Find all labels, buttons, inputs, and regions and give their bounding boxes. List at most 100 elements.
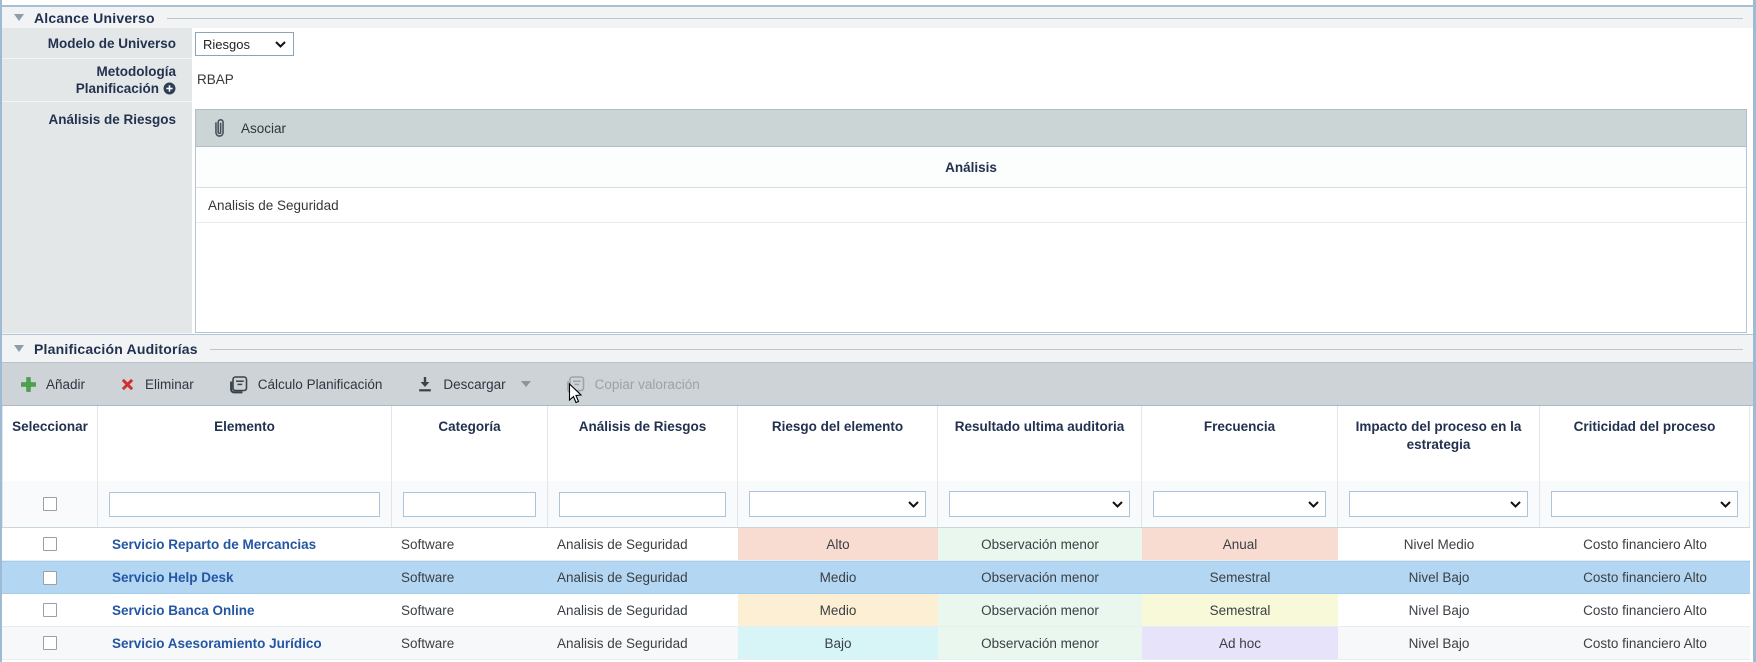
column-header[interactable]: Resultado ultima auditoria [938,406,1142,481]
column-header[interactable]: Análisis de Riesgos [548,406,738,481]
section-title: Planificación Auditorías [34,341,198,357]
elemento-link[interactable]: Servicio Reparto de Mercancias [112,537,316,552]
cell-riesgo-elemento: Medio [738,594,938,626]
filter-select-criticidad[interactable] [1551,491,1738,517]
descargar-button[interactable]: Descargar [416,375,530,394]
cell-frecuencia: Semestral [1142,594,1338,626]
cell-analisis-riesgos: Analisis de Seguridad [548,562,738,593]
column-header[interactable]: Impacto del proceso en la estrategia [1338,406,1540,481]
row-select-cell [2,627,98,659]
elemento-link[interactable]: Servicio Banca Online [112,603,255,618]
planificacion-toolbar: Añadir Eliminar Cálculo Planificación De… [2,362,1753,406]
cell-analisis-riesgos: Analisis de Seguridad [548,627,738,659]
divider-line [210,349,1743,350]
analisis-column-header[interactable]: Análisis [196,147,1746,188]
section-title: Alcance Universo [34,10,155,26]
chevron-down-icon [1720,501,1731,508]
table-row: Servicio Help DeskSoftwareAnalisis de Se… [2,561,1750,594]
dropdown-caret-icon[interactable] [521,381,531,387]
analisis-row[interactable]: Analisis de Seguridad [196,188,1746,223]
chevron-down-icon [1308,501,1319,508]
paperclip-icon [212,117,227,140]
elemento-link[interactable]: Servicio Asesoramiento Jurídico [112,636,322,651]
cell-criticidad-proceso: Costo financiero Alto [1540,627,1750,659]
filter-cell [2,481,98,527]
anadir-button[interactable]: Añadir [20,376,85,393]
chevron-down-icon [275,41,286,48]
cell-analisis-riesgos: Analisis de Seguridad [548,594,738,626]
cell-elemento: Servicio Help Desk [98,562,392,593]
column-header[interactable]: Seleccionar [2,406,98,481]
column-header[interactable]: Frecuencia [1142,406,1338,481]
row-select-cell [2,528,98,560]
audit-planning-panel: Alcance Universo Modelo de Universo Ries… [0,0,1756,662]
calculo-planificacion-button[interactable]: Cálculo Planificación [228,374,383,395]
row-checkbox[interactable] [43,537,57,551]
download-icon [416,375,434,394]
modelo-universo-selected-value: Riesgos [203,37,250,52]
cell-resultado-auditoria: Observación menor [938,627,1142,659]
elemento-link[interactable]: Servicio Help Desk [112,570,234,585]
section-alcance-universo-header[interactable]: Alcance Universo [2,7,1753,28]
eliminar-button[interactable]: Eliminar [119,376,194,393]
table-row: Servicio Banca OnlineSoftwareAnalisis de… [2,594,1750,627]
collapse-triangle-icon[interactable] [14,14,24,21]
analisis-riesgos-label: Análisis de Riesgos [2,102,192,334]
copiar-valoracion-button[interactable]: Copiar valoración [565,374,700,395]
cell-categoria: Software [392,627,548,659]
filter-cell [938,481,1142,527]
filter-select-frecuencia[interactable] [1153,491,1326,517]
filter-cell [1338,481,1540,527]
row-checkbox[interactable] [43,571,57,585]
cell-elemento: Servicio Asesoramiento Jurídico [98,627,392,659]
collapse-triangle-icon[interactable] [14,345,24,352]
section-planificacion-header[interactable]: Planificación Auditorías [2,335,1753,362]
filter-select-riesgo[interactable] [749,491,926,517]
plus-icon [20,376,37,393]
analisis-table: Análisis Analisis de Seguridad [195,147,1747,333]
chevron-down-icon [908,501,919,508]
cell-impacto-proceso: Nivel Bajo [1338,562,1540,593]
filter-select-resultado[interactable] [949,491,1130,517]
filter-cell [548,481,738,527]
filter-cell [98,481,392,527]
asociar-button[interactable]: Asociar [195,109,1747,147]
top-divider [2,0,1753,7]
metodologia-value: RBAP [192,59,1753,87]
info-plus-icon[interactable] [163,82,176,95]
filter-cell [1142,481,1338,527]
filter-input-analisis[interactable] [559,492,726,517]
column-header[interactable]: Elemento [98,406,392,481]
cell-riesgo-elemento: Medio [738,562,938,593]
column-header[interactable]: Criticidad del proceso [1540,406,1750,481]
row-select-cell [2,562,98,593]
cell-elemento: Servicio Reparto de Mercancias [98,528,392,560]
cell-impacto-proceso: Nivel Bajo [1338,627,1540,659]
cell-categoria: Software [392,528,548,560]
cell-impacto-proceso: Nivel Medio [1338,528,1540,560]
filter-select-impacto[interactable] [1349,491,1528,517]
table-row: Servicio Reparto de Mercancias Software An… [2,528,1750,561]
table-row: Servicio Asesoramiento JurídicoSoftwareA… [2,627,1750,660]
column-header[interactable]: Riesgo del elemento [738,406,938,481]
row-checkbox[interactable] [43,603,57,617]
cell-frecuencia: Anual [1142,528,1338,560]
divider-line [167,18,1743,19]
report-icon [565,374,586,395]
x-icon [119,376,136,393]
column-header[interactable]: Categoría [392,406,548,481]
filter-input-elemento[interactable] [109,492,380,517]
cell-resultado-auditoria: Observación menor [938,562,1142,593]
modelo-universo-select[interactable]: Riesgos [195,32,294,56]
filter-cell [392,481,548,527]
cell-resultado-auditoria: Observación menor [938,528,1142,560]
table-filter-row [2,481,1750,528]
select-all-checkbox[interactable] [43,497,57,511]
row-checkbox[interactable] [43,636,57,650]
chevron-down-icon [1112,501,1123,508]
filter-cell [738,481,938,527]
filter-input-categoria[interactable] [403,492,536,517]
cell-frecuencia: Ad hoc [1142,627,1338,659]
cell-frecuencia: Semestral [1142,562,1338,593]
cell-criticidad-proceso: Costo financiero Alto [1540,594,1750,626]
